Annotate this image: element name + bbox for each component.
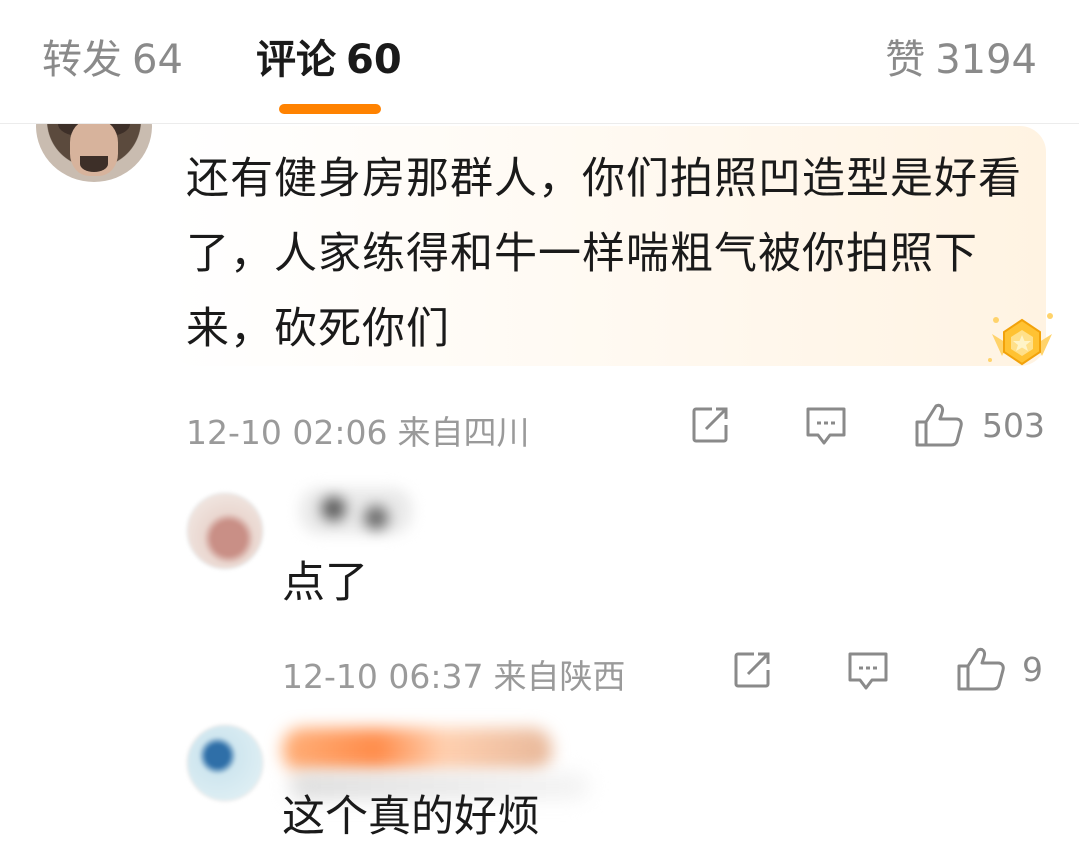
like-button[interactable]: 503 [914,402,1045,448]
comment-text[interactable]: 还有健身房那群人，你们拍照凹造型是好看了，人家练得和牛一样喘粗气被你拍照下来，砍… [186,142,1026,367]
reply-like-button[interactable]: 9 [956,646,1043,692]
active-tab-indicator [279,104,381,114]
comment-icon [848,652,888,690]
reply-like-count: 9 [1022,649,1043,689]
tab-repost-count: 64 [132,37,183,83]
tab-repost[interactable]: 转发 64 [42,36,183,84]
tab-comments[interactable]: 评论 60 [256,36,402,84]
reply-share-button[interactable] [732,650,774,690]
reply-text[interactable]: 这个真的好烦 [282,790,540,844]
comment-button[interactable] [804,405,848,447]
tab-likes[interactable]: 赞 3194 [885,36,1037,84]
thumbs-up-icon [957,647,1005,691]
reply-username-blurred[interactable] [300,488,412,534]
share-button[interactable] [690,405,732,445]
like-count: 503 [982,405,1045,445]
comment-time: 12-10 02:06 [186,413,388,452]
share-icon [734,652,770,688]
reply-username-blurred[interactable] [282,728,552,772]
tab-likes-count: 3194 [935,37,1037,83]
reply-text[interactable]: 点了 [282,556,368,610]
reply-location: 来自陕西 [493,657,626,696]
share-icon [692,407,728,443]
reply-meta: 12-10 06:37 来自陕西 [282,650,625,698]
comment-icon [806,407,846,445]
tab-bar: 转发 64 评论 60 赞 3194 [0,0,1079,124]
tab-repost-label: 转发 [42,37,122,83]
reply-comment-button[interactable] [846,650,890,692]
comment-meta: 12-10 02:06 来自四川 [186,406,529,454]
reply-avatar[interactable] [186,724,264,802]
reply-avatar[interactable] [186,492,264,570]
comment-location: 来自四川 [397,413,530,452]
tab-comments-label: 评论 [256,37,336,83]
gold-badge-icon [988,313,1053,366]
tab-likes-label: 赞 [885,37,926,83]
comment-page: 转发 64 评论 60 赞 3194 还有健身房那群人，你们拍照凹造型是好看了，人家练… [0,0,1079,868]
thumbs-up-icon [915,403,963,447]
tab-comments-count: 60 [346,37,402,83]
reply-time: 12-10 06:37 [282,657,484,696]
